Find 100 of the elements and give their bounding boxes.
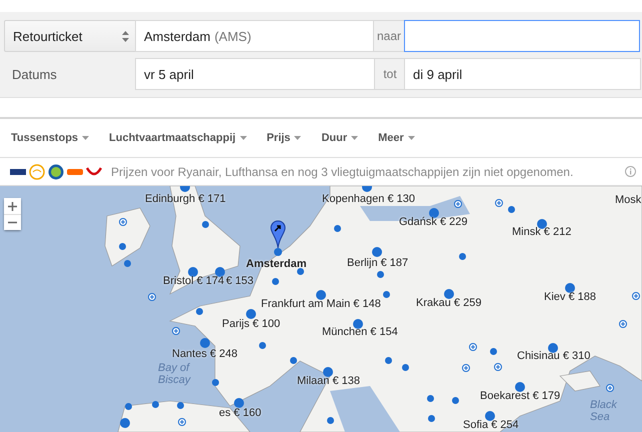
hatched-dot-icon[interactable]	[119, 218, 127, 226]
up-down-caret-icon	[122, 30, 129, 42]
map-dot-icon[interactable]	[334, 224, 340, 232]
city-price-label: es € 160	[219, 407, 262, 419]
city-price-label: Chisinau € 310	[517, 350, 590, 362]
map-dot-icon[interactable]	[188, 267, 198, 277]
depart-date-field[interactable]: vr 5 april	[135, 58, 375, 90]
city-price-label: Milaan € 138	[297, 375, 360, 387]
caret-icon	[240, 136, 247, 140]
map-dot-icon[interactable]	[444, 289, 454, 299]
map-dot-icon[interactable]	[212, 378, 218, 386]
map-dot-icon[interactable]	[452, 396, 458, 404]
letter-logo-icon	[48, 164, 64, 180]
hatched-dot-icon[interactable]	[178, 418, 186, 426]
map-dot-icon[interactable]	[124, 260, 130, 266]
hatched-dot-icon[interactable]	[454, 200, 462, 208]
map-dot-icon[interactable]	[202, 220, 208, 228]
return-date-field[interactable]: di 9 april	[404, 58, 641, 90]
city-price-label: Bristol € 174	[163, 275, 224, 287]
info-icon[interactable]	[625, 166, 636, 177]
hatched-dot-icon[interactable]	[619, 320, 627, 328]
caret-icon	[408, 136, 415, 140]
map-dot-icon[interactable]	[124, 402, 132, 410]
map-dot-icon[interactable]	[246, 309, 256, 319]
map-dot-icon[interactable]	[296, 268, 304, 274]
filter-dropdown[interactable]: Luchtvaartmaatschappij	[109, 132, 247, 144]
map-dot-icon[interactable]	[290, 356, 296, 364]
hatched-dot-icon[interactable]	[606, 384, 614, 392]
map-dot-icon[interactable]	[372, 247, 382, 257]
trip-type-select[interactable]: Retourticket	[4, 20, 136, 52]
city-price-label: Krakau € 259	[416, 297, 482, 309]
origin-pin-icon	[270, 220, 286, 256]
map-dot-icon[interactable]	[508, 206, 514, 212]
filter-dropdown[interactable]: Meer	[378, 132, 415, 144]
map-dot-icon[interactable]	[382, 290, 390, 298]
hatched-dot-icon[interactable]	[494, 363, 502, 371]
city-price-label: Nantes € 248	[172, 348, 238, 360]
map-dot-icon[interactable]	[565, 283, 575, 293]
zoom-in-button[interactable]	[4, 198, 21, 214]
city-price-label: München € 154	[322, 326, 398, 338]
caret-icon	[294, 136, 302, 140]
sea-shape	[330, 386, 400, 432]
zoom-out-button[interactable]	[4, 214, 21, 230]
hatched-dot-icon[interactable]	[469, 343, 477, 351]
map-dot-icon[interactable]	[353, 319, 363, 329]
map[interactable]	[0, 186, 642, 432]
map-dot-icon[interactable]	[323, 367, 333, 377]
map-dot-icon[interactable]	[384, 356, 392, 364]
hatched-dot-icon[interactable]	[172, 327, 180, 335]
map-dot-icon[interactable]	[515, 382, 525, 392]
origin-city-label: Amsterdam	[246, 258, 307, 270]
destination-field[interactable]	[404, 20, 640, 52]
map-dot-icon[interactable]	[200, 338, 210, 348]
city-price-label: Sofia € 254	[463, 419, 519, 431]
map-dot-icon[interactable]	[376, 270, 384, 278]
bird-logo-icon	[29, 164, 45, 180]
map-dot-icon[interactable]	[402, 364, 408, 370]
city-price-label: Frankfurt am Main € 148	[261, 298, 381, 310]
map-dot-icon[interactable]	[118, 242, 126, 250]
origin-field[interactable]: Amsterdam (AMS)	[135, 20, 374, 52]
map-dot-icon[interactable]	[490, 348, 496, 354]
peninsula-shape	[559, 370, 600, 392]
plus-icon	[8, 202, 17, 210]
city-price-label: Berlijn € 187	[347, 257, 408, 269]
map-dot-icon[interactable]	[234, 398, 244, 408]
filter-dropdown[interactable]: Prijs	[266, 132, 302, 144]
map-dot-icon[interactable]	[196, 308, 202, 314]
sea-label: Bay of Biscay	[158, 362, 192, 386]
city-price-label: Edinburgh € 171	[145, 193, 226, 205]
map-dot-icon[interactable]	[426, 394, 434, 402]
map-dot-icon[interactable]	[272, 278, 278, 284]
minus-icon	[8, 221, 17, 224]
map-dot-icon[interactable]	[326, 416, 334, 424]
city-price-label: Minsk € 212	[512, 226, 572, 238]
caret-icon	[82, 136, 90, 140]
hatched-dot-icon[interactable]	[495, 199, 503, 207]
filter-dropdown[interactable]: Duur	[321, 132, 358, 144]
map-dot-icon[interactable]	[176, 402, 184, 408]
city-price-label: Parijs € 100	[222, 318, 280, 330]
map-dot-icon[interactable]	[485, 411, 495, 421]
map-dot-icon[interactable]	[152, 400, 158, 408]
map-dot-icon[interactable]	[120, 418, 130, 428]
city-price-label: Gdańsk € 229	[399, 216, 468, 228]
city-price-label: Kopenhagen € 130	[322, 193, 415, 205]
map-dot-icon[interactable]	[428, 414, 434, 422]
smile-logo-icon	[86, 166, 102, 178]
filter-dropdown[interactable]: Tussenstops	[11, 132, 90, 144]
caret-icon	[351, 136, 358, 140]
hatched-dot-icon[interactable]	[462, 364, 470, 372]
airline-logo-icon	[10, 168, 26, 174]
map-dot-icon[interactable]	[458, 252, 466, 260]
map-dot-icon[interactable]	[215, 267, 225, 277]
map-dot-icon[interactable]	[258, 342, 266, 348]
map-dot-icon[interactable]	[548, 343, 558, 353]
map-dot-icon[interactable]	[316, 290, 326, 300]
hatched-dot-icon[interactable]	[148, 293, 156, 301]
hatched-dot-icon[interactable]	[632, 292, 640, 300]
map-dot-icon[interactable]	[537, 219, 547, 229]
map-dot-icon[interactable]	[429, 208, 439, 218]
excluded-airlines-notice: Prijzen voor Ryanair, Lufthansa en nog 3 vliegtuigmaatschappijen zijn niet opgenomen.	[111, 164, 574, 178]
